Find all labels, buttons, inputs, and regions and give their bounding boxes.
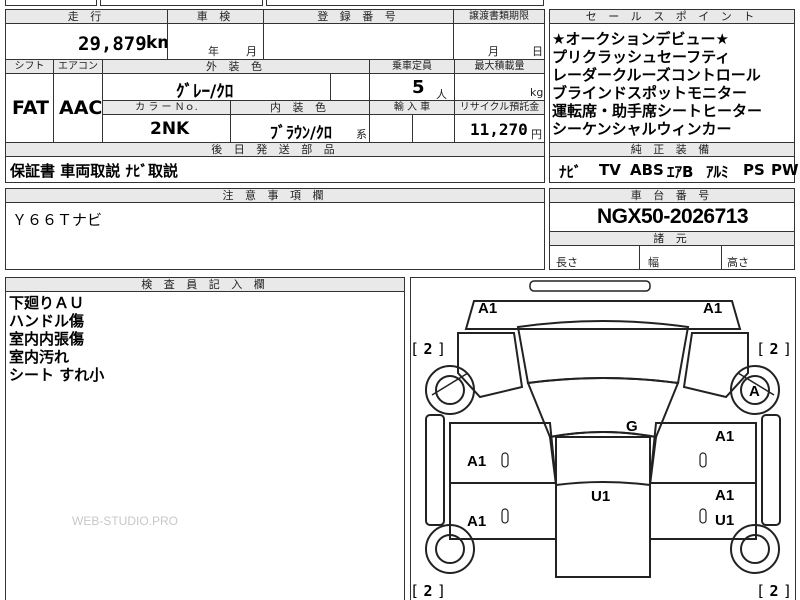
sales-point-line: ★オークションデビュー★ (552, 30, 729, 48)
right-front-door-handle (699, 452, 707, 468)
damage-left-front-door: A1 (467, 453, 487, 470)
inspector-line: 室内内張傷 (9, 330, 85, 348)
shaken-header: 車 検 (167, 9, 264, 24)
transfer-day-unit: 日 (532, 45, 543, 58)
inspector-line: 下廻りＡＵ (9, 294, 85, 312)
equipment-item-ps: PS (743, 161, 765, 179)
capacity-header: 乗車定員 (369, 59, 455, 74)
car-diagram (425, 280, 781, 578)
top-cutoff-cell-3 (266, 0, 544, 6)
mileage-header: 走 行 (5, 9, 168, 24)
equipment-item-abs: ABS (630, 161, 664, 179)
notes-header: 注 意 事 項 欄 (5, 188, 545, 203)
notes-value: Ｙ６６Ｔナビ (12, 211, 103, 229)
damage-right-front-door: A1 (715, 428, 735, 445)
sales-point-line: 運転席・助手席シートヒーター (552, 102, 763, 120)
import-cell-2 (412, 114, 455, 143)
hood (516, 320, 690, 385)
exterior-color-value: ｸﾞﾚｰ/ｸﾛ (176, 82, 234, 102)
equipment-item-airbag: ｴｱB (667, 163, 694, 181)
sales-point-line: レーダークルーズコントロール (552, 66, 761, 84)
left-front-door-handle (501, 452, 509, 468)
floor (555, 436, 651, 578)
shift-header: シフト (5, 59, 54, 74)
registration-header: 登 録 番 号 (263, 9, 454, 24)
front-right-fender (682, 332, 749, 399)
top-cutoff-cell-2 (100, 0, 263, 6)
shaken-year-unit: 年 (208, 45, 219, 58)
dimension-height-label: 高さ (727, 256, 749, 269)
damage-front-right-wheel: A (749, 383, 760, 400)
bracket-lower-right: [2] (756, 582, 793, 600)
bracket-lower-right-value: 2 (769, 582, 779, 600)
dimensions-header: 諸 元 (549, 231, 795, 246)
inspector-line: 室内汚れ (9, 348, 70, 366)
equipment-item-tv: TV (599, 161, 621, 179)
inspector-header: 検 査 員 記 入 欄 (5, 277, 405, 292)
equipment-item-pw: PW (771, 161, 799, 179)
damage-roof: G (626, 418, 638, 435)
front-bumper (464, 300, 742, 330)
color-no-header: カ ラ ー Ｎｏ. (102, 100, 231, 115)
dimension-length-label: 長さ (556, 256, 578, 269)
recycle-unit: 円 (531, 128, 542, 141)
sales-point-line: シーケンシャルウィンカー (552, 120, 732, 138)
front-left-fender (457, 332, 524, 399)
parts-value: 保証書 車両取説 ﾅﾋﾞ取説 (10, 162, 178, 180)
equipment-item-navi: ﾅﾋﾞ (559, 163, 582, 181)
right-rear-door-handle (699, 508, 707, 524)
inspector-line: シート すれ小 (9, 366, 105, 384)
exterior-color-cell-2 (330, 73, 370, 101)
damage-right-rear-door-2: U1 (715, 512, 735, 529)
dimension-width-label: 幅 (648, 256, 659, 269)
interior-color-value: ﾌﾞﾗｳﾝ/ｸﾛ (270, 123, 332, 142)
damage-front-right: A1 (703, 300, 723, 317)
bracket-upper-left-value: 2 (423, 340, 433, 358)
recycle-header: リサイクル預託金 (454, 100, 545, 115)
damage-right-rear-door-1: A1 (715, 487, 735, 504)
transfer-month-unit: 月 (488, 45, 499, 58)
chassis-value: NGX50-2026713 (597, 205, 749, 228)
max-load-unit: kg (530, 86, 544, 99)
equipment-item-alloy: ｱﾙﾐ (706, 163, 729, 181)
damage-front-left: A1 (478, 300, 498, 317)
transfer-deadline-header: 譲渡書類期限 (453, 9, 545, 24)
parts-header: 後 日 発 送 部 品 (5, 142, 545, 157)
left-rear-door-handle (501, 508, 509, 524)
top-cutoff-cell-1 (5, 0, 97, 6)
registration-cell (263, 23, 454, 60)
bracket-lower-left: [2] (410, 582, 447, 600)
bracket-upper-left: [2] (410, 340, 447, 358)
interior-color-header: 内 装 色 (230, 100, 370, 115)
import-cell-1 (369, 114, 413, 143)
shift-value: FAT (12, 97, 49, 119)
sales-points-header: セ ー ル ス ポ イ ン ト (549, 9, 795, 24)
inspector-line: ハンドル傷 (9, 312, 85, 330)
genuine-equipment-header: 純 正 装 備 (549, 142, 795, 157)
shaken-month-unit: 月 (246, 45, 257, 58)
damage-floor: U1 (591, 488, 611, 505)
bracket-lower-left-value: 2 (423, 582, 433, 600)
capacity-value: 5 (412, 77, 425, 98)
sales-point-line: ブラインドスポットモニター (552, 84, 748, 102)
recycle-value: 11,270 (470, 120, 528, 139)
bracket-upper-right: [2] (756, 340, 793, 358)
exterior-color-header: 外 装 色 (102, 59, 370, 74)
front-bumper-top (529, 280, 651, 292)
chassis-header: 車 台 番 号 (549, 188, 795, 203)
interior-color-suffix: 系 (356, 128, 367, 141)
aircon-value: AAC (59, 97, 103, 119)
roof (548, 431, 658, 487)
color-no-value: 2NK (150, 119, 190, 139)
mileage-value: 29,879 (78, 33, 147, 55)
aircon-header: エアコン (53, 59, 103, 74)
damage-left-rear-door: A1 (467, 513, 487, 530)
watermark: WEB-STUDIO.PRO (72, 514, 179, 528)
sales-point-line: プリクラッシュセーフティ (552, 48, 731, 66)
right-sill (761, 414, 781, 526)
max-load-header: 最大積載量 (454, 59, 545, 74)
bracket-upper-right-value: 2 (769, 340, 779, 358)
import-header: 輸 入 車 (369, 100, 455, 115)
left-sill (425, 414, 445, 526)
